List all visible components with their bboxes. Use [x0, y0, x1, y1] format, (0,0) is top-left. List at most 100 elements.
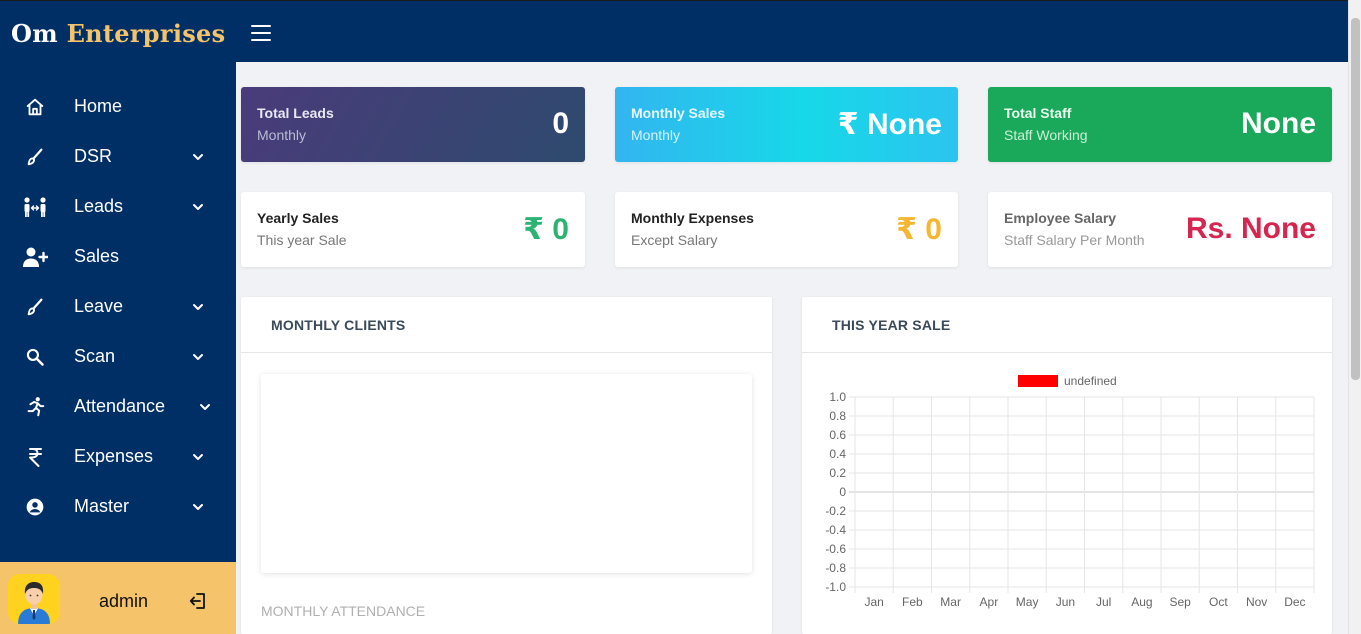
card-value: None: [1241, 107, 1316, 140]
card-subtitle: Staff Salary Per Month: [1004, 232, 1145, 248]
y-tick-label: 0.8: [829, 409, 846, 423]
y-tick-label: 1.0: [829, 390, 846, 404]
sidebar-item-leads[interactable]: Leads: [0, 182, 236, 232]
chevron-down-icon: [200, 404, 210, 410]
sidebar-item-home[interactable]: Home: [0, 82, 236, 132]
this-year-sale-chart: undefined 1.0 0.8 0.6 0.4 0.2 0 -0.2 -0.4 -0.6 -0.…: [825, 374, 1315, 609]
y-tick-label: -0.4: [825, 523, 846, 537]
sidebar-item-scan[interactable]: Scan: [0, 332, 236, 382]
username: admin: [99, 591, 149, 611]
chevron-down-icon: [193, 304, 203, 310]
scrollbar-thumb[interactable]: [1351, 18, 1360, 380]
card-value: ₹ 0: [896, 213, 942, 246]
monthly-sales-card: Monthly Sales Monthly ₹ None: [615, 87, 958, 162]
card-value: ₹ None: [837, 108, 942, 141]
top-navbar: Om Enterprises: [0, 0, 1348, 62]
x-tick-label: Aug: [1131, 595, 1152, 609]
legend-swatch: [1018, 375, 1058, 387]
card-title: Total Leads: [257, 105, 334, 121]
sidebar-item-sales[interactable]: Sales: [0, 232, 236, 282]
x-tick-label: Oct: [1209, 595, 1228, 609]
y-tick-label: 0.4: [829, 447, 846, 461]
logout-icon[interactable]: [188, 591, 208, 611]
card-subtitle: Staff Working: [1004, 127, 1088, 143]
panel-title: THIS YEAR SALE: [832, 317, 951, 333]
chevron-down-icon: [193, 454, 203, 460]
sidebar-item-expenses[interactable]: Expenses: [0, 432, 236, 482]
y-tick-label: -0.2: [825, 504, 846, 518]
x-tick-label: Feb: [902, 595, 923, 609]
total-leads-card: Total Leads Monthly 0: [241, 87, 585, 162]
card-title: Monthly Sales: [631, 105, 726, 121]
home-icon: [22, 94, 48, 120]
running-person-icon: [22, 394, 48, 420]
sidebar-item-dsr[interactable]: DSR: [0, 132, 236, 182]
x-tick-label: Jun: [1056, 595, 1075, 609]
page-scrollbar[interactable]: [1348, 0, 1361, 634]
card-title: Yearly Sales: [257, 210, 339, 226]
sidebar-item-label: Sales: [74, 246, 120, 266]
card-title: Employee Salary: [1004, 210, 1117, 226]
avatar[interactable]: [8, 574, 60, 624]
sidebar-item-attendance[interactable]: Attendance: [0, 382, 236, 432]
x-tick-label: Jan: [864, 595, 883, 609]
chevron-down-icon: [193, 154, 203, 160]
card-value: ₹ 0: [523, 213, 569, 246]
monthly-attendance-title: MONTHLY ATTENDANCE: [261, 603, 426, 619]
chevron-down-icon: [193, 504, 203, 510]
brand-name-part1: Om: [11, 19, 58, 48]
sidebar-item-leave[interactable]: Leave: [0, 282, 236, 332]
monthly-expenses-card: Monthly Expenses Except Salary ₹ 0: [615, 192, 958, 267]
chevron-down-icon: [193, 204, 203, 210]
sidebar: Home DSR Leads Sales Leave Scan Attendan…: [0, 62, 236, 562]
sidebar-item-label: Attendance: [74, 396, 166, 416]
brush-icon: [22, 144, 48, 170]
user-panel: admin: [0, 562, 236, 634]
card-subtitle: This year Sale: [257, 232, 347, 248]
rupee-icon: [22, 444, 48, 470]
y-tick-label: 0: [839, 485, 846, 499]
x-tick-label: May: [1016, 595, 1039, 609]
x-tick-label: Jul: [1096, 595, 1111, 609]
brand-name-part2: Enterprises: [66, 19, 226, 48]
x-tick-label: Apr: [980, 595, 999, 609]
panel-header: THIS YEAR SALE: [802, 297, 1332, 353]
legend-label: undefined: [1064, 374, 1117, 388]
sidebar-item-label: DSR: [74, 146, 113, 166]
y-tick-label: -0.6: [825, 542, 846, 556]
card-subtitle: Monthly: [631, 127, 681, 143]
panel-header: MONTHLY CLIENTS: [241, 297, 772, 353]
y-tick-label: -0.8: [825, 561, 846, 575]
card-value: Rs. None: [1185, 212, 1316, 245]
y-tick-label: -1.0: [825, 580, 846, 594]
yearly-sales-card: Yearly Sales This year Sale ₹ 0: [241, 192, 585, 267]
monthly-clients-chart: [261, 374, 752, 573]
sidebar-item-label: Scan: [74, 346, 116, 366]
brush-icon: [22, 294, 48, 320]
card-title: Total Staff: [1004, 105, 1072, 121]
x-tick-label: Dec: [1284, 595, 1305, 609]
sidebar-item-label: Master: [74, 496, 130, 516]
sidebar-item-label: Leads: [74, 196, 124, 216]
sidebar-item-master[interactable]: Master: [0, 482, 236, 532]
user-circle-icon: [22, 494, 48, 520]
card-title: Monthly Expenses: [631, 210, 754, 226]
this-year-sale-panel: THIS YEAR SALE undefined 1.0 0.8 0.6 0.4 0.2 0…: [802, 297, 1332, 634]
search-icon: [22, 344, 48, 370]
sidebar-item-label: Leave: [74, 296, 124, 316]
card-subtitle: Monthly: [257, 127, 307, 143]
user-plus-icon: [22, 244, 48, 270]
y-tick-label: 0.2: [829, 466, 846, 480]
employee-salary-card: Employee Salary Staff Salary Per Month R…: [988, 192, 1332, 267]
brand-logo[interactable]: Om Enterprises: [11, 19, 225, 48]
sidebar-item-label: Home: [74, 96, 123, 116]
panel-title: MONTHLY CLIENTS: [271, 317, 406, 333]
x-tick-label: Sep: [1169, 595, 1191, 609]
chevron-down-icon: [193, 354, 203, 360]
x-tick-label: Mar: [940, 595, 961, 609]
sidebar-item-label: Expenses: [74, 446, 154, 466]
menu-toggle-icon[interactable]: [251, 25, 271, 41]
x-tick-label: Nov: [1246, 595, 1267, 609]
y-tick-label: 0.6: [829, 428, 846, 442]
card-value: 0: [552, 107, 569, 140]
